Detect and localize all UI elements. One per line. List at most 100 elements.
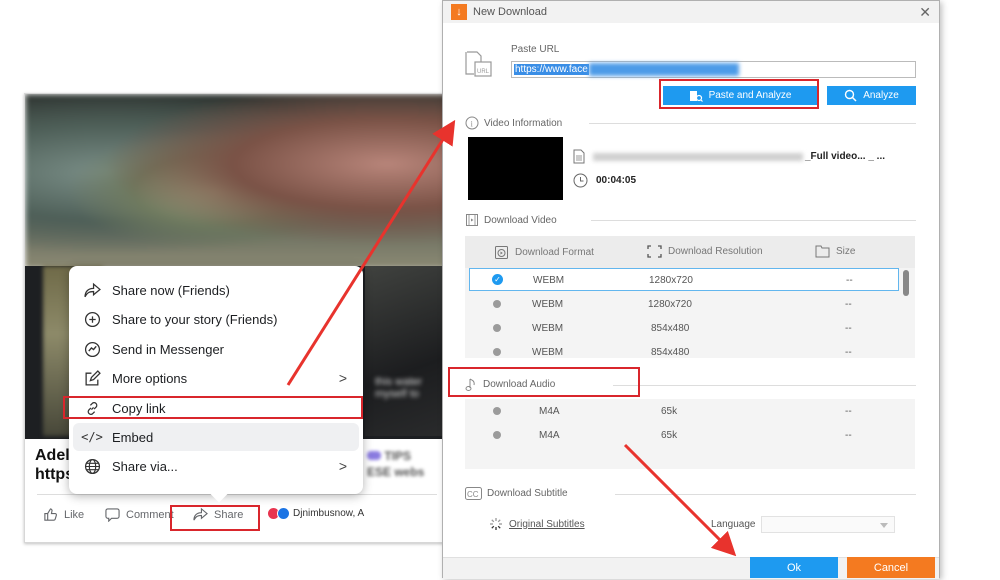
row-size: -- bbox=[845, 323, 852, 334]
reactions-summary[interactable]: Djnimbusnow, A bbox=[267, 507, 364, 520]
download-video-label: Download Video bbox=[484, 214, 557, 226]
row-resolution: 854x480 bbox=[651, 347, 690, 358]
svg-text:URL: URL bbox=[477, 69, 490, 75]
selected-check-icon[interactable]: ✓ bbox=[492, 274, 503, 285]
video-preview[interactable] bbox=[25, 94, 449, 269]
messenger-icon bbox=[81, 341, 103, 358]
download-video-header: Download Video bbox=[465, 213, 557, 227]
menu-item-send-in-messenger[interactable]: Send in Messenger bbox=[73, 335, 359, 363]
row-format: M4A bbox=[539, 406, 560, 417]
language-select[interactable] bbox=[761, 516, 895, 533]
code-icon: </> bbox=[81, 430, 103, 444]
menu-item-label: Send in Messenger bbox=[112, 341, 225, 357]
row-format: WEBM bbox=[532, 323, 564, 334]
menu-item-label: Share to your story (Friends) bbox=[112, 311, 278, 327]
section-divider bbox=[591, 220, 916, 221]
section-divider bbox=[615, 494, 916, 495]
video-title-redacted bbox=[593, 152, 803, 161]
column-header-size: Size bbox=[815, 245, 855, 258]
info-icon: i bbox=[465, 116, 479, 130]
chevron-right-icon: > bbox=[338, 370, 347, 386]
cancel-button[interactable]: Cancel bbox=[847, 557, 935, 578]
row-bitrate: 65k bbox=[661, 430, 678, 441]
row-size: -- bbox=[845, 406, 852, 417]
video-thumbnail bbox=[468, 137, 563, 200]
dropdown-caret-icon bbox=[880, 523, 888, 528]
blurred-caption: ESE webs bbox=[367, 465, 425, 479]
caption-line: Adel bbox=[35, 447, 70, 464]
like-reaction-icon bbox=[277, 507, 290, 520]
like-label: Like bbox=[64, 508, 85, 521]
video-format-table: Download Format Download Resolution Size… bbox=[465, 236, 915, 358]
video-title-text: _Full video... _ ... bbox=[805, 151, 886, 162]
cancel-label: Cancel bbox=[873, 561, 909, 574]
menu-item-embed[interactable]: </> Embed bbox=[73, 423, 359, 451]
section-divider bbox=[589, 123, 916, 124]
comment-button[interactable]: Comment bbox=[105, 507, 174, 522]
radio-unselected-icon[interactable] bbox=[493, 348, 501, 356]
row-size: -- bbox=[845, 347, 852, 358]
ok-label: Ok bbox=[786, 561, 802, 574]
video-format-row[interactable]: WEBM 854x480 -- bbox=[469, 341, 899, 364]
close-icon[interactable]: ✕ bbox=[919, 4, 931, 21]
analyze-label: Analyze bbox=[863, 90, 899, 101]
original-subtitles-option[interactable]: Original Subtitles bbox=[489, 517, 585, 531]
download-subtitle-header: CC Download Subtitle bbox=[465, 487, 568, 500]
menu-item-share-now[interactable]: Share now (Friends) bbox=[73, 276, 359, 304]
row-size: -- bbox=[846, 275, 853, 286]
row-format: WEBM bbox=[532, 347, 564, 358]
video-title: _Full video... _ ... bbox=[573, 149, 885, 164]
column-header-format: Download Format bbox=[494, 245, 594, 260]
table-scrollbar[interactable] bbox=[903, 270, 909, 296]
plus-circle-icon bbox=[81, 311, 103, 328]
audio-format-row[interactable]: M4A 65k -- bbox=[469, 400, 899, 423]
video-information-header: i Video Information bbox=[465, 116, 562, 130]
audio-format-row[interactable]: M4A 65k -- bbox=[469, 424, 899, 447]
menu-item-label: Share via... bbox=[112, 458, 178, 474]
chevron-right-icon: > bbox=[338, 458, 347, 474]
column-header-resolution: Download Resolution bbox=[647, 245, 763, 258]
annotation-highlight-share bbox=[170, 505, 260, 531]
globe-icon bbox=[81, 458, 103, 475]
menu-item-label: More options bbox=[112, 370, 188, 386]
menu-item-share-to-story[interactable]: Share to your story (Friends) bbox=[73, 305, 359, 333]
app-logo-icon: ↓ bbox=[451, 4, 467, 20]
search-icon bbox=[844, 89, 857, 102]
annotation-highlight-copy-link bbox=[63, 396, 363, 419]
menu-item-share-via[interactable]: Share via... > bbox=[73, 452, 359, 480]
like-button[interactable]: Like bbox=[43, 507, 84, 522]
radio-unselected-icon[interactable] bbox=[493, 324, 501, 332]
ok-button[interactable]: Ok bbox=[750, 557, 838, 578]
radio-unselected-icon[interactable] bbox=[493, 300, 501, 308]
annotation-highlight-paste-and-analyze bbox=[659, 79, 819, 109]
row-size: -- bbox=[845, 299, 852, 310]
row-bitrate: 65k bbox=[661, 406, 678, 417]
video-format-row[interactable]: WEBM 1280x720 -- bbox=[469, 293, 899, 316]
menu-item-more-options[interactable]: More options > bbox=[73, 364, 359, 392]
video-format-row[interactable]: WEBM 854x480 -- bbox=[469, 317, 899, 340]
related-video-thumbnail[interactable] bbox=[365, 266, 449, 436]
comment-icon bbox=[105, 507, 120, 522]
svg-text:i: i bbox=[471, 120, 474, 129]
row-resolution: 854x480 bbox=[651, 323, 690, 334]
resolution-header-label: Download Resolution bbox=[668, 246, 763, 257]
original-subtitles-link[interactable]: Original Subtitles bbox=[509, 519, 585, 530]
loading-spinner-icon bbox=[489, 517, 503, 531]
menu-item-label: Embed bbox=[112, 429, 154, 445]
audio-format-table: M4A 65k -- M4A 65k -- bbox=[465, 399, 915, 469]
url-input[interactable]: https://www.face bbox=[511, 61, 916, 78]
cc-icon: CC bbox=[465, 487, 482, 500]
row-resolution: 1280x720 bbox=[648, 299, 692, 310]
blurred-text: this water myself to bbox=[375, 376, 423, 400]
row-format: WEBM bbox=[533, 275, 565, 286]
row-resolution: 1280x720 bbox=[649, 275, 693, 286]
table-header: Download Format Download Resolution Size bbox=[465, 236, 915, 268]
share-menu: Share now (Friends) Share to your story … bbox=[69, 266, 363, 494]
radio-unselected-icon[interactable] bbox=[493, 431, 501, 439]
dialog-title: New Download bbox=[473, 6, 547, 18]
analyze-button[interactable]: Analyze bbox=[827, 86, 916, 105]
section-divider bbox=[613, 385, 916, 386]
video-format-row[interactable]: ✓ WEBM 1280x720 -- bbox=[469, 268, 899, 291]
clock-icon bbox=[573, 173, 588, 188]
radio-unselected-icon[interactable] bbox=[493, 407, 501, 415]
